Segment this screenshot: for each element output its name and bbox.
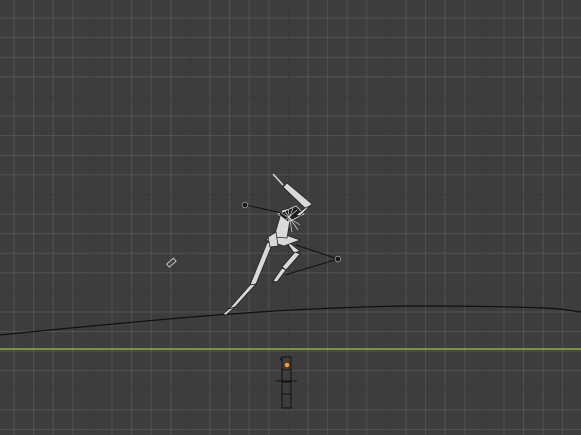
3d-viewport[interactable] (0, 0, 581, 435)
object-origin-dot (284, 362, 290, 368)
ik-target-arm[interactable] (241, 201, 249, 209)
bone-foot-right[interactable] (272, 267, 287, 283)
motion-path-curve[interactable] (0, 305, 581, 336)
armature-rig[interactable] (222, 173, 342, 316)
bone-shin-left[interactable] (227, 283, 258, 310)
bone-hand[interactable] (272, 173, 284, 186)
empty-object[interactable] (165, 257, 177, 268)
ik-target-leg[interactable] (334, 255, 342, 263)
bone-upper-arm[interactable] (282, 182, 313, 210)
bone-neck[interactable] (267, 231, 279, 248)
scene-canvas[interactable] (0, 0, 581, 435)
bone-shin-right[interactable] (281, 251, 301, 271)
ik-line-arm (245, 204, 283, 214)
camera-object[interactable] (276, 356, 297, 409)
ik-line-leg-a (295, 244, 339, 260)
